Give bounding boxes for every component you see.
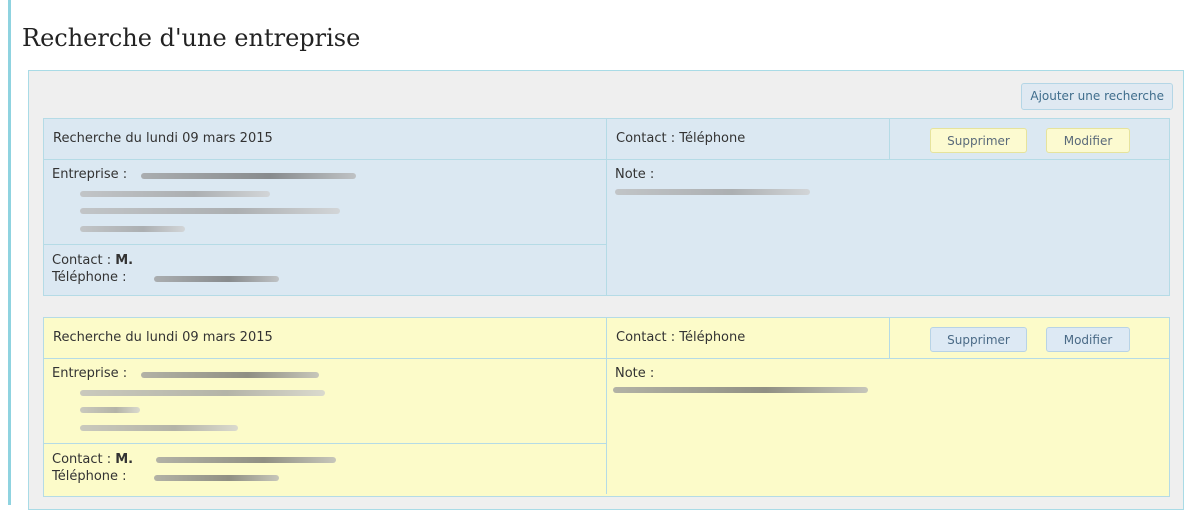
note-label: Note :: [615, 366, 655, 381]
contact-label: Contact : M.: [52, 253, 134, 268]
redacted-address-line: [80, 390, 325, 396]
redacted-address-line: [80, 208, 340, 214]
redacted-address-line: [80, 407, 140, 413]
record-contact-mode: Contact : Téléphone: [607, 119, 890, 159]
contact-name: M.: [115, 452, 134, 467]
delete-button[interactable]: Supprimer: [930, 327, 1027, 352]
record-actions: Supprimer Modifier: [890, 119, 1169, 159]
redacted-address-line: [80, 425, 238, 431]
contact-cell: Contact : M. Téléphone :: [44, 444, 607, 494]
add-search-button[interactable]: Ajouter une recherche: [1021, 83, 1173, 110]
company-label: Entreprise :: [52, 366, 128, 381]
company-label: Entreprise :: [52, 167, 128, 182]
redacted-address-line: [80, 226, 185, 232]
redacted-company-name: [141, 173, 356, 179]
edit-button[interactable]: Modifier: [1046, 128, 1130, 153]
page-title: Recherche d'une entreprise: [22, 24, 361, 52]
search-record: Recherche du lundi 09 mars 2015 Contact …: [43, 118, 1170, 296]
record-date: Recherche du lundi 09 mars 2015: [44, 119, 607, 159]
contact-label: Contact : M.: [52, 452, 134, 467]
left-accent-bar: [8, 0, 11, 505]
record-header-row: Recherche du lundi 09 mars 2015 Contact …: [44, 318, 1169, 359]
redacted-note: [615, 189, 810, 195]
company-cell: Entreprise :: [44, 160, 607, 245]
record-header-row: Recherche du lundi 09 mars 2015 Contact …: [44, 119, 1169, 160]
contact-cell: Contact : M. Téléphone :: [44, 245, 607, 295]
redacted-address-line: [80, 191, 270, 197]
redacted-phone: [154, 475, 279, 481]
search-record: Recherche du lundi 09 mars 2015 Contact …: [43, 317, 1170, 497]
search-list-panel: Ajouter une recherche Recherche du lundi…: [28, 70, 1184, 510]
delete-button[interactable]: Supprimer: [930, 128, 1027, 153]
edit-button[interactable]: Modifier: [1046, 327, 1130, 352]
redacted-note: [613, 387, 868, 393]
phone-label: Téléphone :: [52, 270, 127, 285]
record-actions: Supprimer Modifier: [890, 318, 1169, 358]
contact-name: M.: [115, 253, 134, 268]
note-label: Note :: [615, 167, 655, 182]
phone-label: Téléphone :: [52, 469, 127, 484]
record-contact-mode: Contact : Téléphone: [607, 318, 890, 358]
redacted-phone: [154, 276, 279, 282]
redacted-contact-name: [156, 457, 336, 463]
redacted-company-name: [141, 372, 319, 378]
company-cell: Entreprise :: [44, 359, 607, 444]
record-date: Recherche du lundi 09 mars 2015: [44, 318, 607, 358]
note-cell: Note :: [607, 359, 1169, 494]
note-cell: Note :: [607, 160, 1169, 295]
